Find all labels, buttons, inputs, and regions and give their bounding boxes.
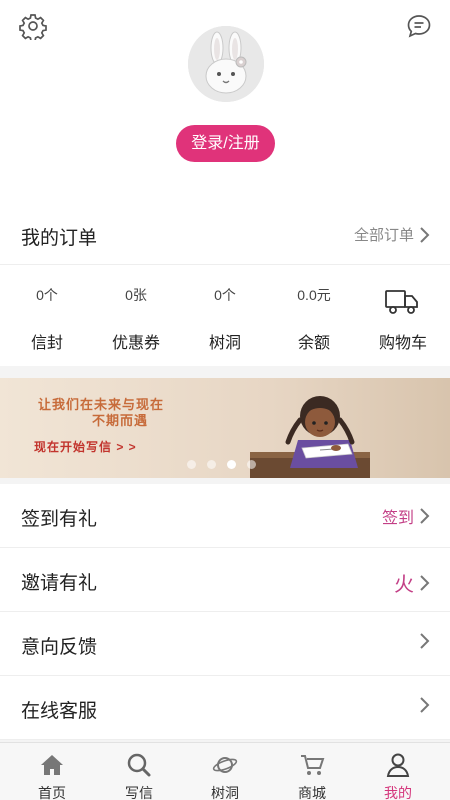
tab-label: 写信: [125, 785, 153, 800]
invite-action[interactable]: 火: [394, 568, 430, 597]
stat-label: 树洞: [208, 335, 241, 352]
bunny-avatar-icon: [188, 26, 264, 102]
feedback-action[interactable]: [414, 632, 430, 650]
cart-icon: [301, 755, 325, 775]
stat-treehole[interactable]: 0个 树洞: [180, 265, 270, 366]
gear-icon: [19, 14, 47, 40]
carousel-dot-active[interactable]: [227, 460, 236, 469]
message-button[interactable]: [404, 11, 434, 41]
home-icon: [41, 755, 63, 775]
stat-label: 信封: [30, 335, 63, 352]
tab-home[interactable]: 首页: [7, 743, 97, 800]
account-stats: 0个 信封 0张 优惠券 0个 树洞 0.0元 余额 购物车: [0, 265, 450, 366]
stat-label: 优惠券: [111, 335, 160, 352]
menu-item-label: 意向反馈: [21, 637, 98, 658]
avatar[interactable]: [188, 26, 264, 102]
stat-shopping-cart[interactable]: 购物车: [358, 265, 448, 366]
chevron-right-icon: [420, 697, 430, 713]
stat-envelope[interactable]: 0个 信封: [2, 265, 92, 366]
person-icon: [386, 753, 410, 777]
menu-item-label: 邀请有礼: [21, 573, 98, 594]
promo-banner[interactable]: 让我们在未来与现在 不期而遇 现在开始写信 > >: [0, 378, 450, 478]
menu-item-customer-service[interactable]: 在线客服: [0, 676, 450, 740]
stat-label: 购物车: [378, 335, 427, 352]
tab-label: 我的: [384, 785, 412, 800]
tab-treehole[interactable]: 树洞: [180, 743, 270, 800]
stat-coupon[interactable]: 0张 优惠券: [91, 265, 181, 366]
bottom-tab-bar: 首页 写信 树洞 商城 我的: [0, 742, 450, 800]
tab-label: 树洞: [211, 785, 239, 800]
menu-item-label: 签到有礼: [21, 509, 98, 530]
stat-balance[interactable]: 0.0元 余额: [269, 265, 359, 366]
stat-value: 0张: [125, 287, 147, 303]
checkin-label: 签到: [381, 510, 414, 527]
chat-bubble-icon: [407, 15, 431, 38]
carousel-dot[interactable]: [247, 460, 256, 469]
fire-badge: 火: [394, 574, 414, 596]
truck-icon: [385, 290, 418, 314]
chevron-right-icon: [420, 508, 430, 524]
magnifier-icon: [127, 753, 151, 777]
chevron-right-icon: [420, 226, 430, 243]
menu-item-label: 在线客服: [21, 701, 98, 722]
all-orders-link[interactable]: 全部订单: [354, 224, 430, 245]
all-orders-label: 全部订单: [353, 227, 414, 244]
tab-write[interactable]: 写信: [94, 743, 184, 800]
banner-cta: 现在开始写信 > >: [34, 440, 137, 454]
menu-item-checkin[interactable]: 签到有礼 签到: [0, 484, 450, 548]
tab-label: 商城: [298, 785, 326, 800]
chevron-right-icon: [420, 633, 430, 649]
checkin-action[interactable]: 签到: [382, 504, 430, 528]
menu-item-feedback[interactable]: 意向反馈: [0, 612, 450, 676]
profile-header: 登录/注册: [0, 0, 450, 205]
customer-service-action[interactable]: [414, 696, 430, 714]
banner-subline: 不期而遇: [92, 413, 149, 428]
tab-label: 首页: [38, 785, 66, 800]
girl-writing-illustration: [250, 396, 370, 478]
tab-mine[interactable]: 我的: [353, 743, 443, 800]
menu-item-invite[interactable]: 邀请有礼 火: [0, 548, 450, 612]
stat-label: 余额: [297, 335, 330, 352]
stat-value: 0个: [36, 287, 58, 303]
my-orders-title: 我的订单: [21, 228, 98, 249]
settings-button[interactable]: [18, 11, 48, 41]
login-register-button[interactable]: 登录/注册: [176, 125, 275, 162]
carousel-dot[interactable]: [207, 460, 216, 469]
carousel-indicator: [187, 460, 256, 469]
stat-value: 0个: [214, 287, 236, 303]
stat-value: 0.0元: [297, 287, 331, 303]
carousel-dot[interactable]: [187, 460, 196, 469]
planet-icon: [212, 757, 238, 773]
tab-mall[interactable]: 商城: [267, 743, 357, 800]
my-orders-row[interactable]: 我的订单 全部订单: [0, 204, 450, 265]
chevron-right-icon: [420, 574, 430, 591]
